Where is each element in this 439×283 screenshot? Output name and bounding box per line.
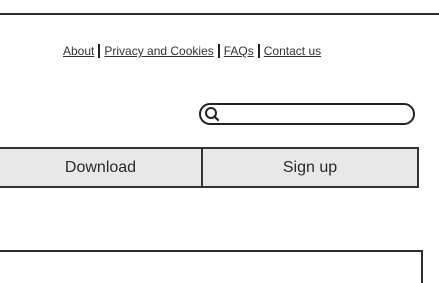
search-input[interactable] [223,106,409,122]
contact-us-link[interactable]: Contact us [264,44,321,58]
search-box[interactable] [199,103,415,125]
sign-up-button[interactable]: Sign up [203,149,417,186]
download-button[interactable]: Download [0,149,203,186]
link-separator [257,44,260,58]
faqs-link[interactable]: FAQs [224,44,254,58]
content-panel [0,250,423,283]
link-separator [98,44,101,58]
action-button-row: Download Sign up [0,147,419,188]
about-link[interactable]: About [63,44,94,58]
privacy-cookies-link[interactable]: Privacy and Cookies [104,44,213,58]
info-links: About Privacy and Cookies FAQs Contact u… [63,44,423,58]
top-divider [0,13,439,15]
search-icon [205,107,220,122]
page: About Privacy and Cookies FAQs Contact u… [0,0,439,283]
link-separator [217,44,220,58]
